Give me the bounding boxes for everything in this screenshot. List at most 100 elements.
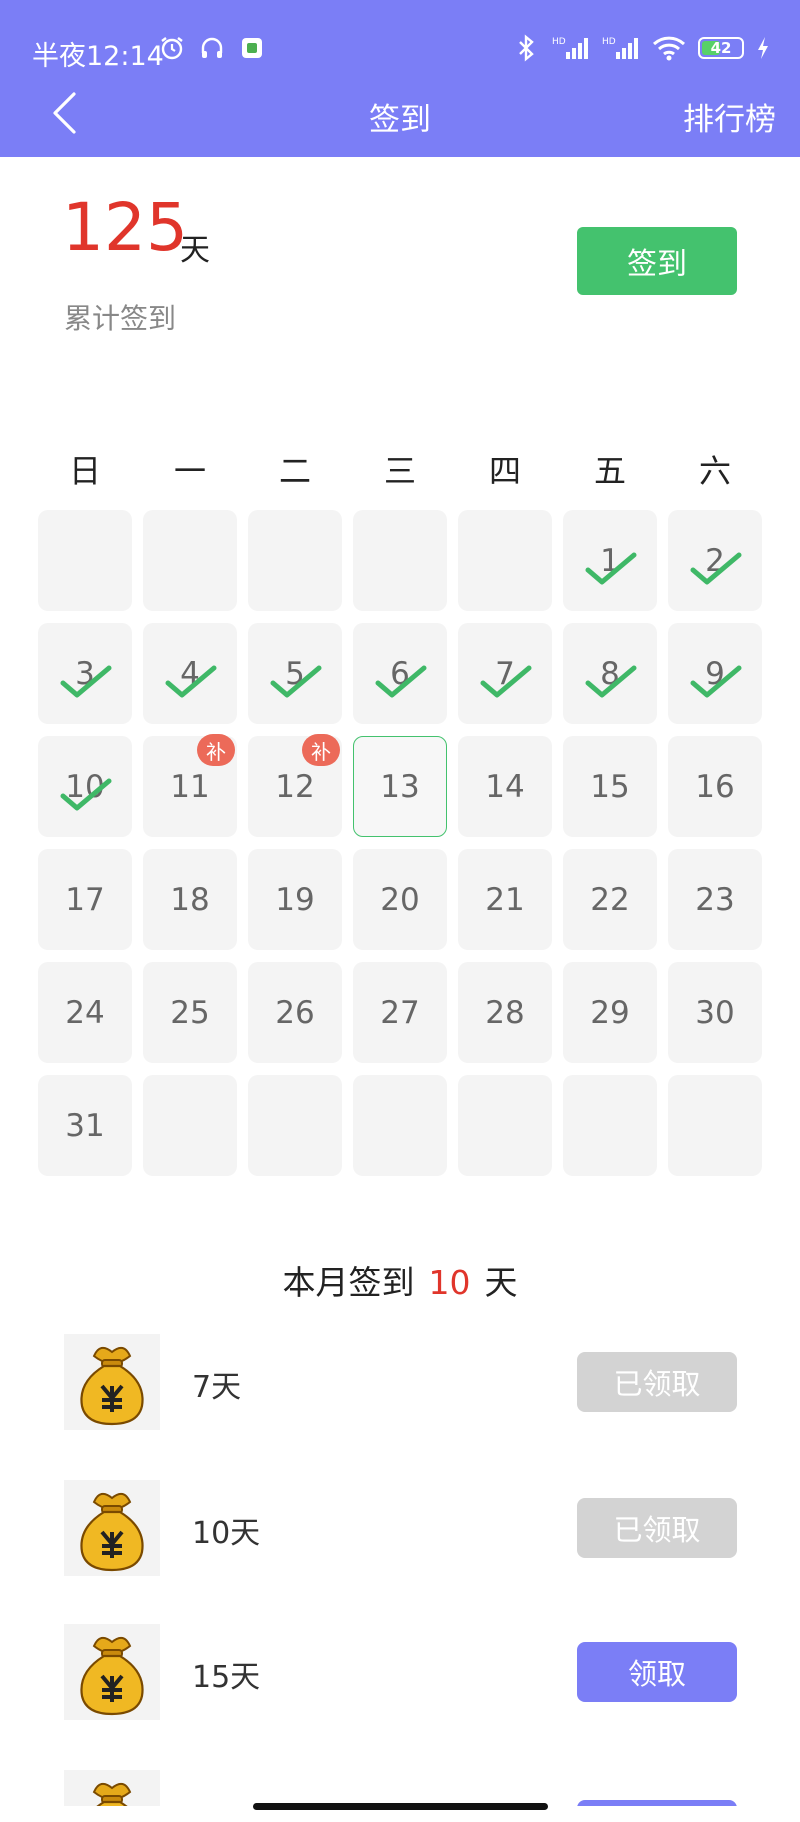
weekday-label: 四 xyxy=(488,452,521,490)
makeup-badge: 补 xyxy=(197,734,235,766)
empty-day-cell xyxy=(563,1075,657,1176)
checkin-summary: 125 天 累计签到 签到 xyxy=(0,157,800,417)
day-number: 6 xyxy=(390,655,410,692)
empty-day-cell xyxy=(248,1075,342,1176)
day-number: 23 xyxy=(695,881,735,918)
calendar-day-31[interactable]: 31 xyxy=(38,1075,132,1176)
empty-day-cell xyxy=(353,1075,447,1176)
status-right-icons: HD HD 42 xyxy=(512,34,770,62)
calendar-day-4[interactable]: 4 xyxy=(143,623,237,724)
money-bag-icon xyxy=(64,1624,160,1720)
calendar-day-19[interactable]: 19 xyxy=(248,849,342,950)
calendar-day-11[interactable]: 11 补 xyxy=(143,734,237,837)
day-number: 21 xyxy=(485,881,525,918)
calendar-day-25[interactable]: 25 xyxy=(143,962,237,1063)
wifi-icon xyxy=(652,34,686,62)
day-number: 24 xyxy=(65,994,105,1031)
calendar-day-9[interactable]: 9 xyxy=(668,623,762,724)
calendar-day-13[interactable]: 13 xyxy=(353,736,447,837)
day-number: 16 xyxy=(695,768,735,805)
day-number: 22 xyxy=(590,881,630,918)
reward-row: 15天 领取 xyxy=(0,1622,800,1722)
calendar-day-3[interactable]: 3 xyxy=(38,623,132,724)
empty-day-cell xyxy=(38,510,132,611)
reward-claimed-button[interactable]: 已领取 xyxy=(577,1352,737,1412)
calendar-grid: 1 2 3 4 5 6 7 8 9 10 11 补 12 补 13 14 15 16 17 18 19 20 21 22 23 2… xyxy=(38,510,763,1176)
calendar-day-29[interactable]: 29 xyxy=(563,962,657,1063)
total-days-unit: 天 xyxy=(180,233,210,268)
day-number: 15 xyxy=(590,768,630,805)
calendar-day-16[interactable]: 16 xyxy=(668,736,762,837)
signal-hd-icon: HD xyxy=(552,34,590,62)
notification-app-icon xyxy=(238,34,266,62)
calendar-day-17[interactable]: 17 xyxy=(38,849,132,950)
calendar-day-5[interactable]: 5 xyxy=(248,623,342,724)
calendar-day-14[interactable]: 14 xyxy=(458,736,552,837)
calendar-day-8[interactable]: 8 xyxy=(563,623,657,724)
checkin-button[interactable]: 签到 xyxy=(577,227,737,295)
calendar-day-24[interactable]: 24 xyxy=(38,962,132,1063)
calendar-day-6[interactable]: 6 xyxy=(353,623,447,724)
weekday-label: 二 xyxy=(278,452,311,490)
alarm-icon xyxy=(158,34,186,62)
day-number: 10 xyxy=(65,768,105,805)
calendar-day-1[interactable]: 1 xyxy=(563,510,657,611)
calendar-day-28[interactable]: 28 xyxy=(458,962,552,1063)
reward-row: 10天 已领取 xyxy=(0,1478,800,1578)
day-number: 20 xyxy=(380,881,420,918)
reward-label: 15天 xyxy=(192,1660,261,1695)
day-number: 1 xyxy=(600,542,620,579)
month-checkin-count: 10 xyxy=(428,1263,471,1302)
empty-day-cell xyxy=(143,1075,237,1176)
nav-bar: 签到 排行榜 xyxy=(0,80,800,146)
svg-text:HD: HD xyxy=(552,37,566,47)
weekday-label: 一 xyxy=(173,452,206,490)
empty-day-cell xyxy=(248,510,342,611)
day-number: 7 xyxy=(495,655,515,692)
calendar-day-27[interactable]: 27 xyxy=(353,962,447,1063)
empty-day-cell xyxy=(353,510,447,611)
day-number: 19 xyxy=(275,881,315,918)
calendar-day-18[interactable]: 18 xyxy=(143,849,237,950)
month-summary-prefix: 本月签到 xyxy=(282,1263,415,1302)
month-checkin-summary: 本月签到 10 天 xyxy=(0,1256,800,1304)
reward-claimed-button[interactable]: 已领取 xyxy=(577,1498,737,1558)
signal-hd-icon: HD xyxy=(602,34,640,62)
reward-claim-button[interactable]: 领取 xyxy=(577,1642,737,1702)
makeup-badge: 补 xyxy=(302,734,340,766)
calendar-day-26[interactable]: 26 xyxy=(248,962,342,1063)
calendar-day-20[interactable]: 20 xyxy=(353,849,447,950)
weekday-header: 日 一 二 三 四 五 六 xyxy=(38,446,763,492)
calendar-day-23[interactable]: 23 xyxy=(668,849,762,950)
calendar-day-2[interactable]: 2 xyxy=(668,510,762,611)
calendar-day-12[interactable]: 12 补 xyxy=(248,734,342,837)
day-number: 3 xyxy=(75,655,95,692)
battery-icon: 42 xyxy=(698,37,744,59)
total-days-label: 累计签到 xyxy=(64,302,177,335)
day-number: 25 xyxy=(170,994,210,1031)
day-number: 18 xyxy=(170,881,210,918)
leaderboard-link[interactable]: 排行榜 xyxy=(683,94,776,139)
reward-row-partial xyxy=(0,1768,800,1806)
headphones-icon xyxy=(198,34,226,62)
weekday-label: 六 xyxy=(698,452,731,490)
calendar-day-10[interactable]: 10 xyxy=(38,736,132,837)
calendar-day-21[interactable]: 21 xyxy=(458,849,552,950)
day-number: 5 xyxy=(285,655,305,692)
svg-text:HD: HD xyxy=(602,37,616,47)
page-title: 签到 xyxy=(369,102,431,138)
calendar-day-7[interactable]: 7 xyxy=(458,623,552,724)
status-bar: 半夜12:14 HD HD 42 xyxy=(0,30,800,72)
empty-day-cell xyxy=(458,1075,552,1176)
calendar-day-15[interactable]: 15 xyxy=(563,736,657,837)
total-days-count: 125 xyxy=(62,189,188,266)
day-number: 12 xyxy=(275,768,315,805)
day-number: 8 xyxy=(600,655,620,692)
day-number: 29 xyxy=(590,994,630,1031)
status-left-icons xyxy=(158,34,266,62)
reward-claim-button-partial[interactable] xyxy=(577,1800,737,1806)
battery-level: 42 xyxy=(710,39,732,57)
money-bag-icon xyxy=(64,1480,160,1576)
calendar-day-22[interactable]: 22 xyxy=(563,849,657,950)
calendar-day-30[interactable]: 30 xyxy=(668,962,762,1063)
